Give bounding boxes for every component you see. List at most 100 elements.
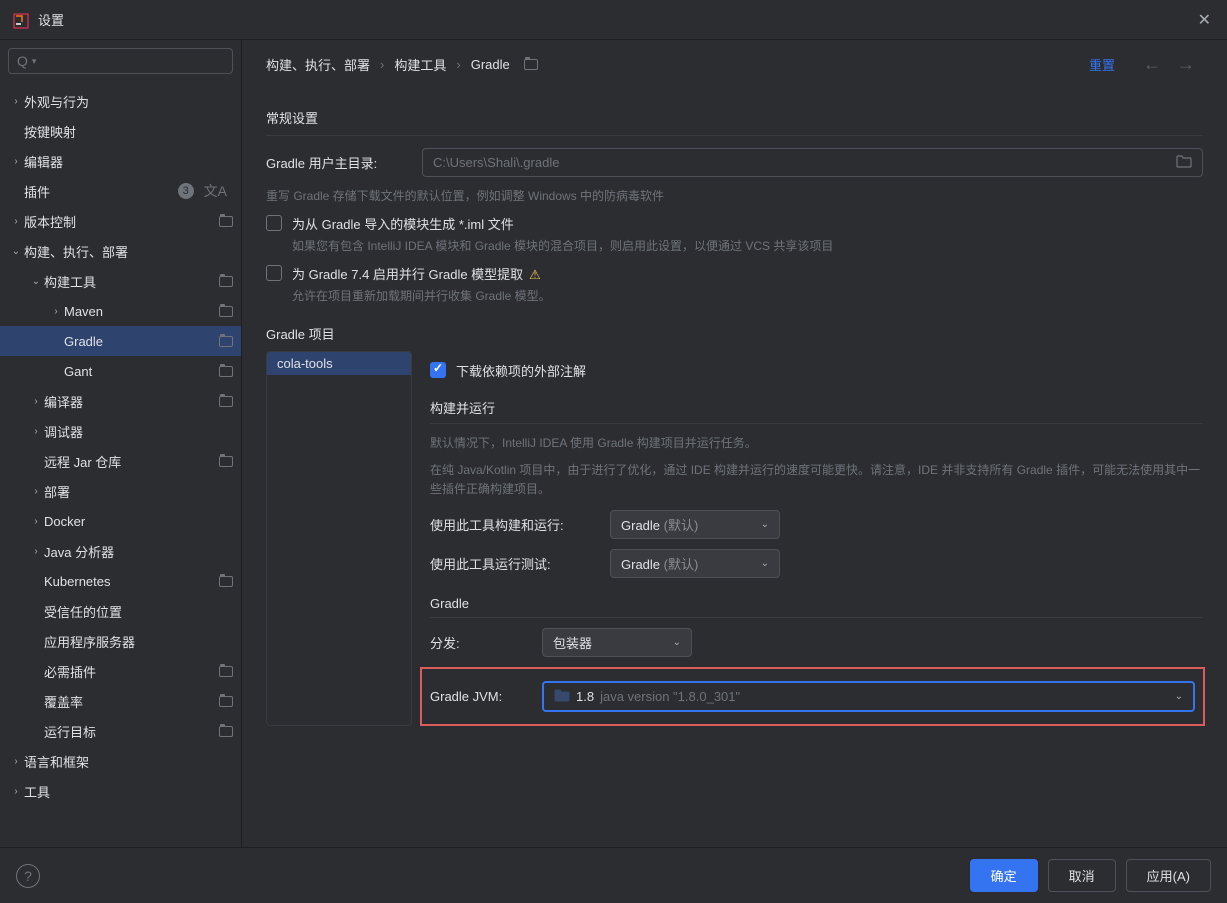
sidebar-item[interactable]: Kubernetes (0, 566, 241, 596)
sidebar-item-label: 编译器 (44, 392, 213, 411)
breadcrumb-item[interactable]: 构建、执行、部署 (266, 55, 370, 74)
sidebar-item[interactable]: Gradle (0, 326, 241, 356)
update-count-badge: 3 (178, 183, 194, 199)
sidebar-item-label: 运行目标 (44, 722, 213, 741)
generate-iml-checkbox[interactable] (266, 215, 282, 231)
nav-back-icon[interactable]: ← (1135, 54, 1169, 75)
sidebar-item[interactable]: ›编辑器 (0, 146, 241, 176)
build-with-label: 使用此工具构建和运行: (430, 515, 610, 534)
search-input[interactable]: Q ▾ (8, 48, 233, 74)
reset-link[interactable]: 重置 (1089, 55, 1115, 74)
ok-button[interactable]: 确定 (970, 859, 1038, 892)
sidebar-item[interactable]: Gant (0, 356, 241, 386)
sidebar-item-label: 版本控制 (24, 212, 213, 231)
sidebar-item[interactable]: 运行目标 (0, 716, 241, 746)
tree-arrow-icon: › (28, 516, 44, 527)
tree-arrow-icon: › (8, 96, 24, 107)
user-home-input[interactable]: C:\Users\Shali\.gradle (422, 148, 1203, 177)
sidebar-item[interactable]: 应用程序服务器 (0, 626, 241, 656)
topbar: 构建、执行、部署 › 构建工具 › Gradle 重置 ← → (242, 40, 1227, 88)
search-icon: Q (17, 53, 28, 69)
project-scope-icon (219, 456, 233, 467)
sidebar-item[interactable]: ›调试器 (0, 416, 241, 446)
sidebar-item[interactable]: 按键映射 (0, 116, 241, 146)
tree-arrow-icon: › (28, 426, 44, 437)
sidebar-item-label: 工具 (24, 782, 233, 801)
parallel-model-checkbox[interactable] (266, 265, 282, 281)
chevron-down-icon: ⌄ (673, 637, 681, 648)
jvm-dropdown[interactable]: 1.8 java version "1.8.0_301" ⌄ (542, 681, 1195, 712)
tree-arrow-icon: › (8, 756, 24, 767)
tree-arrow-icon: › (28, 396, 44, 407)
sidebar-item-label: 必需插件 (44, 662, 213, 681)
sidebar-item-label: 构建工具 (44, 272, 213, 291)
sidebar-item[interactable]: ›编译器 (0, 386, 241, 416)
project-list[interactable]: cola-tools (266, 351, 412, 726)
sidebar-item-label: Docker (44, 514, 233, 529)
project-scope-icon (219, 336, 233, 347)
download-annotations-checkbox[interactable] (430, 362, 446, 378)
tree-arrow-icon: › (48, 306, 64, 317)
test-with-dropdown[interactable]: Gradle (默认) ⌄ (610, 549, 780, 578)
tree-arrow-icon: › (28, 546, 44, 557)
tree-arrow-icon: › (8, 216, 24, 227)
sidebar-item[interactable]: 必需插件 (0, 656, 241, 686)
folder-icon[interactable] (1176, 154, 1192, 171)
folder-icon (554, 688, 570, 705)
chevron-down-icon: ⌄ (761, 558, 769, 569)
tree-arrow-icon: ⌄ (8, 246, 24, 257)
project-scope-icon (219, 216, 233, 227)
parallel-model-label: 为 Gradle 7.4 启用并行 Gradle 模型提取 (292, 267, 523, 282)
chevron-right-icon: › (456, 57, 460, 72)
sidebar-item[interactable]: 覆盖率 (0, 686, 241, 716)
jvm-label: Gradle JVM: (430, 689, 542, 704)
window-title: 设置 (38, 10, 1194, 29)
sidebar-item[interactable]: ›外观与行为 (0, 86, 241, 116)
chevron-down-icon: ⌄ (761, 519, 769, 530)
breadcrumb: 构建、执行、部署 › 构建工具 › Gradle (266, 55, 1089, 74)
tree-arrow-icon: › (8, 786, 24, 797)
build-run-desc2: 在纯 Java/Kotlin 项目中，由于进行了优化，通过 IDE 构建并运行的… (430, 461, 1203, 499)
sidebar-item[interactable]: ›部署 (0, 476, 241, 506)
sidebar-item[interactable]: ›语言和框架 (0, 746, 241, 776)
breadcrumb-item[interactable]: 构建工具 (394, 55, 446, 74)
help-button[interactable]: ? (16, 864, 40, 888)
project-scope-icon (219, 306, 233, 317)
sidebar-item[interactable]: 远程 Jar 仓库 (0, 446, 241, 476)
breadcrumb-current: Gradle (471, 57, 510, 72)
project-scope-icon (219, 726, 233, 737)
sidebar-item[interactable]: ›Maven (0, 296, 241, 326)
generate-iml-label: 为从 Gradle 导入的模块生成 *.iml 文件 (292, 214, 833, 233)
sidebar-item[interactable]: ⌄构建工具 (0, 266, 241, 296)
sidebar-item[interactable]: ›版本控制 (0, 206, 241, 236)
dist-dropdown[interactable]: 包装器 ⌄ (542, 628, 692, 657)
footer: ? 确定 取消 应用(A) (0, 847, 1227, 903)
search-field[interactable] (36, 54, 224, 69)
language-icon: 文A (200, 181, 231, 201)
cancel-button[interactable]: 取消 (1048, 859, 1116, 892)
tree-arrow-icon: ⌄ (28, 276, 44, 287)
sidebar-item[interactable]: ›Java 分析器 (0, 536, 241, 566)
sidebar-item-label: Kubernetes (44, 574, 213, 589)
project-scope-icon (219, 366, 233, 377)
close-icon[interactable]: ✕ (1194, 6, 1215, 34)
sidebar-item-label: 编辑器 (24, 152, 233, 171)
user-home-hint: 重写 Gradle 存储下载文件的默认位置，例如调整 Windows 中的防病毒… (266, 187, 1203, 204)
sidebar-item[interactable]: ⌄构建、执行、部署 (0, 236, 241, 266)
sidebar-item[interactable]: 受信任的位置 (0, 596, 241, 626)
apply-button[interactable]: 应用(A) (1126, 859, 1211, 892)
general-section-title: 常规设置 (266, 108, 1203, 136)
projects-section-title: Gradle 项目 (266, 324, 1203, 343)
nav-forward-icon[interactable]: → (1169, 54, 1203, 75)
project-item[interactable]: cola-tools (267, 352, 411, 375)
sidebar-item[interactable]: 插件3文A (0, 176, 241, 206)
chevron-down-icon: ⌄ (1175, 691, 1183, 702)
content: 常规设置 Gradle 用户主目录: C:\Users\Shali\.gradl… (242, 88, 1227, 847)
gradle-section-title: Gradle (430, 596, 1203, 618)
sidebar-item[interactable]: ›工具 (0, 776, 241, 806)
sidebar-item-label: 语言和框架 (24, 752, 233, 771)
sidebar-item-label: 外观与行为 (24, 92, 233, 111)
build-with-dropdown[interactable]: Gradle (默认) ⌄ (610, 510, 780, 539)
sidebar-item[interactable]: ›Docker (0, 506, 241, 536)
sidebar-item-label: 调试器 (44, 422, 233, 441)
